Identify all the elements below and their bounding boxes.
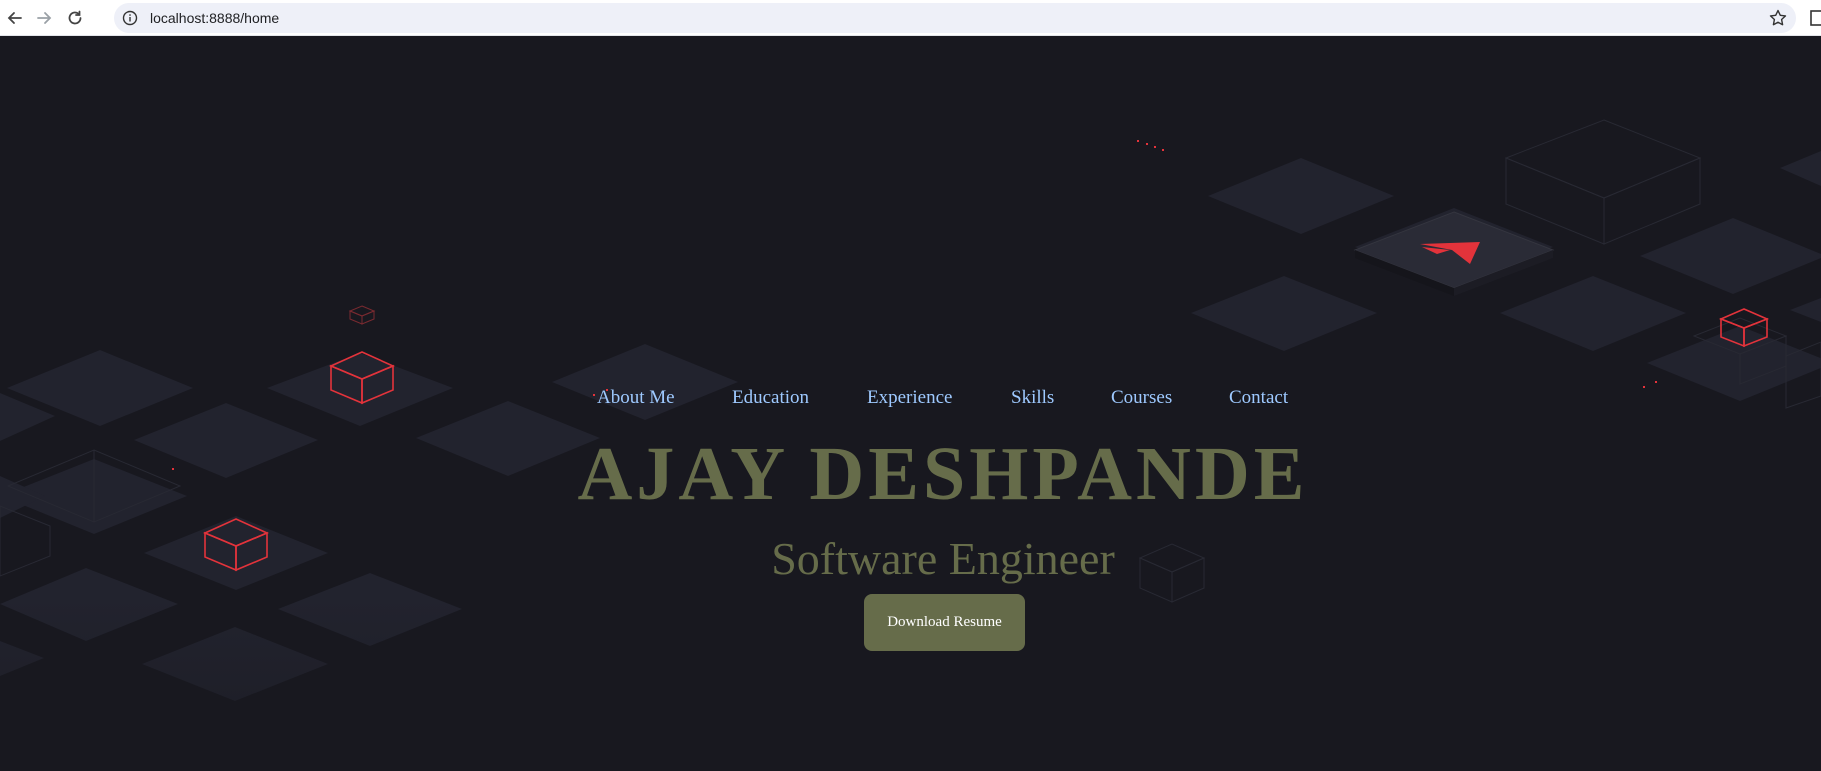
nav-link-about-me[interactable]: About Me (597, 387, 675, 409)
bookmark-star-icon[interactable] (1768, 8, 1788, 28)
hero-section: About Me Education Experience Skills Cou… (0, 36, 1821, 771)
red-cube (1718, 308, 1770, 348)
side-panel-icon[interactable] (1810, 9, 1821, 27)
reload-icon (68, 10, 82, 25)
address-bar[interactable]: localhost:8888/home (114, 3, 1796, 33)
small-cube (348, 305, 376, 325)
browser-toolbar: localhost:8888/home (0, 0, 1821, 36)
main-nav: About Me Education Experience Skills Cou… (0, 387, 1821, 417)
particles (172, 140, 1657, 470)
nav-link-courses[interactable]: Courses (1111, 387, 1172, 409)
download-resume-button[interactable]: Download Resume (864, 594, 1025, 651)
forward-arrow-icon (37, 12, 52, 24)
url-text[interactable]: localhost:8888/home (150, 10, 279, 26)
nav-link-contact[interactable]: Contact (1229, 387, 1288, 409)
reload-button[interactable] (62, 5, 88, 31)
forward-button[interactable] (31, 5, 57, 31)
hero-title: Software Engineer (771, 533, 1115, 584)
hero-name: AJAY DESHPANDE (577, 432, 1309, 516)
info-icon[interactable] (122, 10, 138, 26)
wireframe-boxes (0, 119, 1821, 603)
nav-link-experience[interactable]: Experience (867, 387, 952, 409)
back-button[interactable] (2, 5, 28, 31)
back-arrow-icon (7, 12, 22, 24)
nav-link-skills[interactable]: Skills (1011, 387, 1054, 409)
nav-link-education[interactable]: Education (732, 387, 809, 409)
